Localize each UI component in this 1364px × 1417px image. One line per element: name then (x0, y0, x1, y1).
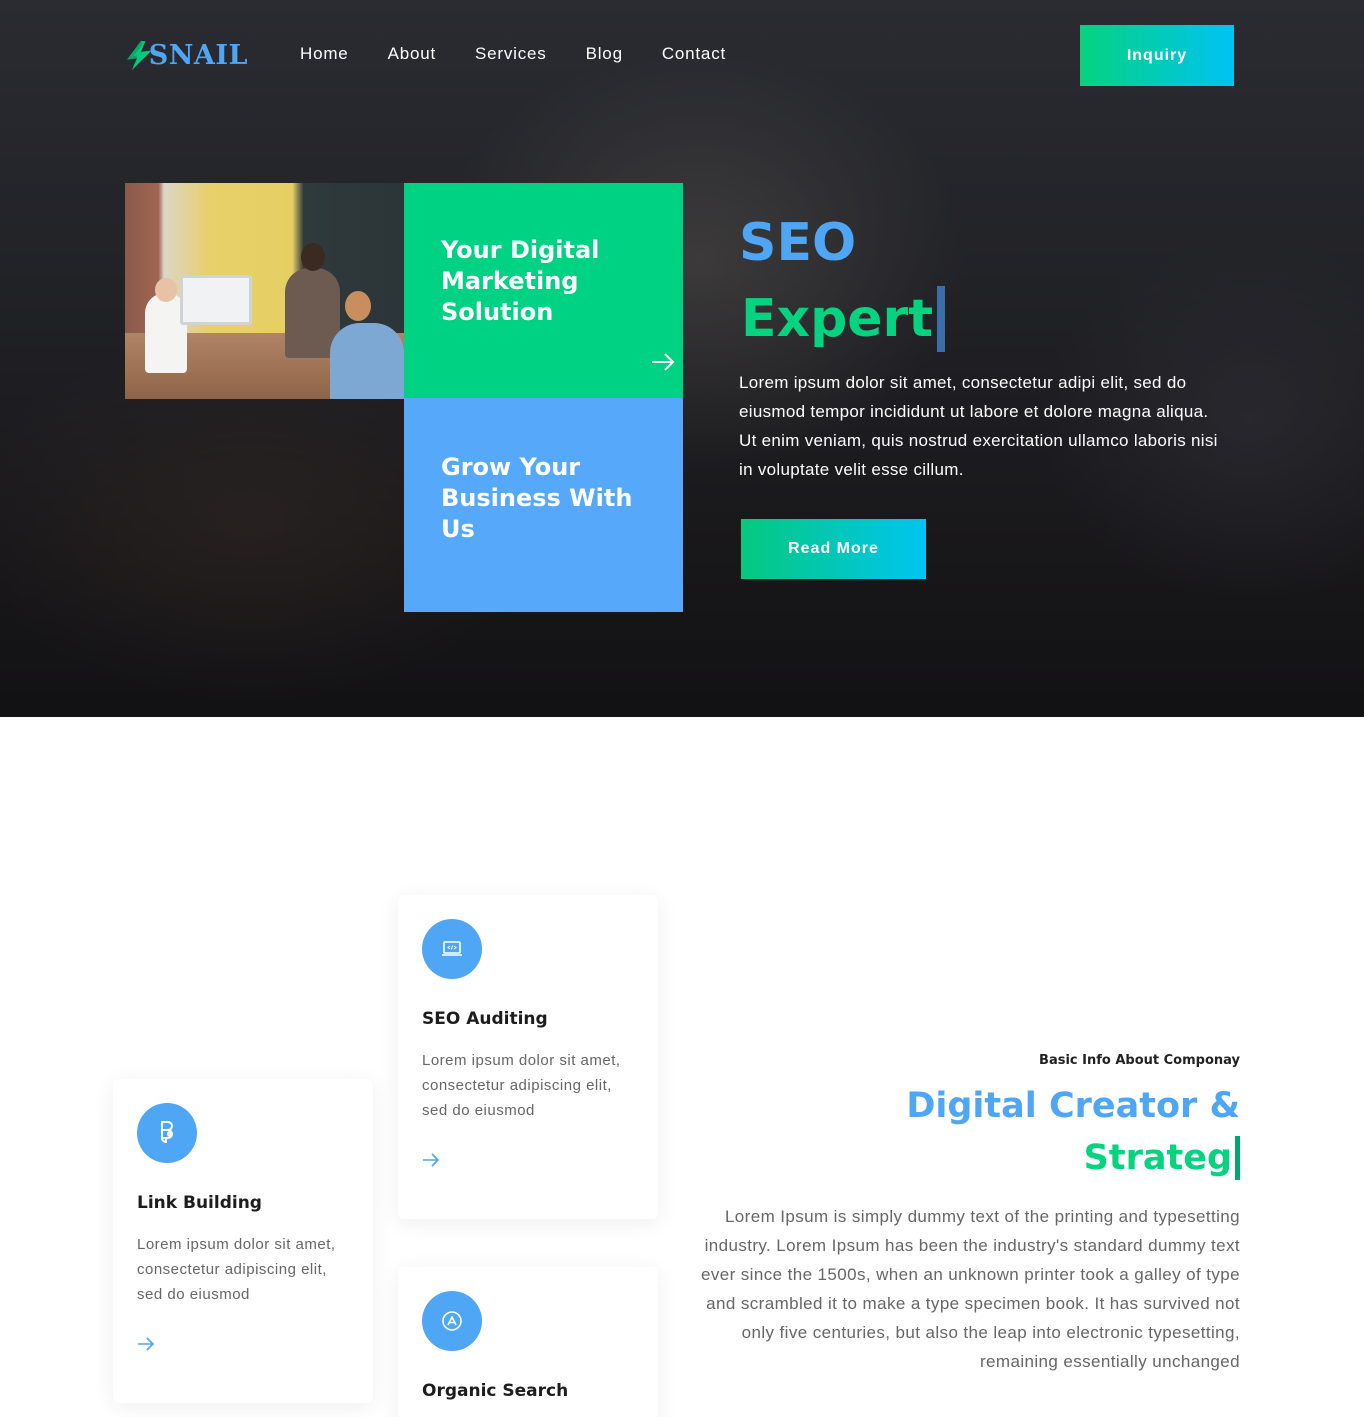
read-more-button[interactable]: Read More (741, 519, 926, 579)
hero-section: SNAIL Home About Services Blog Contact I… (0, 0, 1364, 717)
laptop-code-icon (422, 919, 482, 979)
arrow-right-icon[interactable] (137, 1337, 155, 1351)
about-description: Lorem Ipsum is simply dummy text of the … (700, 1207, 1240, 1371)
nav-about[interactable]: About (388, 44, 436, 64)
logo-text: SNAIL (148, 39, 248, 71)
card-text: Lorem ipsum dolor sit amet, consectetur … (137, 1236, 336, 1303)
about-heading-line2: Strateg (1084, 1136, 1240, 1180)
site-logo[interactable]: SNAIL (124, 34, 248, 76)
card-title: SEO Auditing (422, 1009, 548, 1029)
typed-word: Expert (741, 289, 934, 349)
tile-digital-marketing[interactable]: Your Digital Marketing Solution (404, 183, 683, 398)
card-text: Lorem ipsum dolor sit amet, consectetur … (422, 1052, 621, 1119)
card-title: Organic Search (422, 1381, 569, 1401)
tile-grow-business[interactable]: Grow Your Business With Us (404, 398, 683, 612)
main-nav: Home About Services Blog Contact (300, 44, 765, 64)
figma-icon (137, 1103, 197, 1163)
about-heading-line1: Digital Creator & (906, 1086, 1240, 1126)
typing-cursor (937, 286, 946, 352)
service-card-seo-auditing: SEO Auditing Lorem ipsum dolor sit amet,… (398, 895, 658, 1219)
hero-heading-line1: SEO (739, 213, 857, 273)
service-card-organic-search: Organic Search (398, 1267, 658, 1417)
nav-contact[interactable]: Contact (662, 44, 726, 64)
nav-blog[interactable]: Blog (586, 44, 623, 64)
hero-heading-line2: Expert (741, 284, 946, 354)
arrow-right-icon[interactable] (651, 353, 675, 371)
nav-home[interactable]: Home (300, 44, 349, 64)
hero-description: Lorem ipsum dolor sit amet, consectetur … (739, 373, 1218, 479)
card-title: Link Building (137, 1193, 262, 1213)
inquiry-button[interactable]: Inquiry (1080, 25, 1234, 86)
nav-services[interactable]: Services (475, 44, 547, 64)
arrow-right-icon[interactable] (422, 1153, 440, 1167)
app-store-icon (422, 1291, 482, 1351)
team-meeting-photo (125, 183, 404, 399)
typed-word: Strateg (1083, 1138, 1232, 1178)
typing-cursor (1235, 1136, 1240, 1180)
service-card-link-building: Link Building Lorem ipsum dolor sit amet… (113, 1079, 373, 1403)
about-kicker: Basic Info About Componay (1039, 1053, 1240, 1068)
tile-title: Your Digital Marketing Solution (441, 236, 600, 326)
tile-title: Grow Your Business With Us (441, 453, 633, 543)
